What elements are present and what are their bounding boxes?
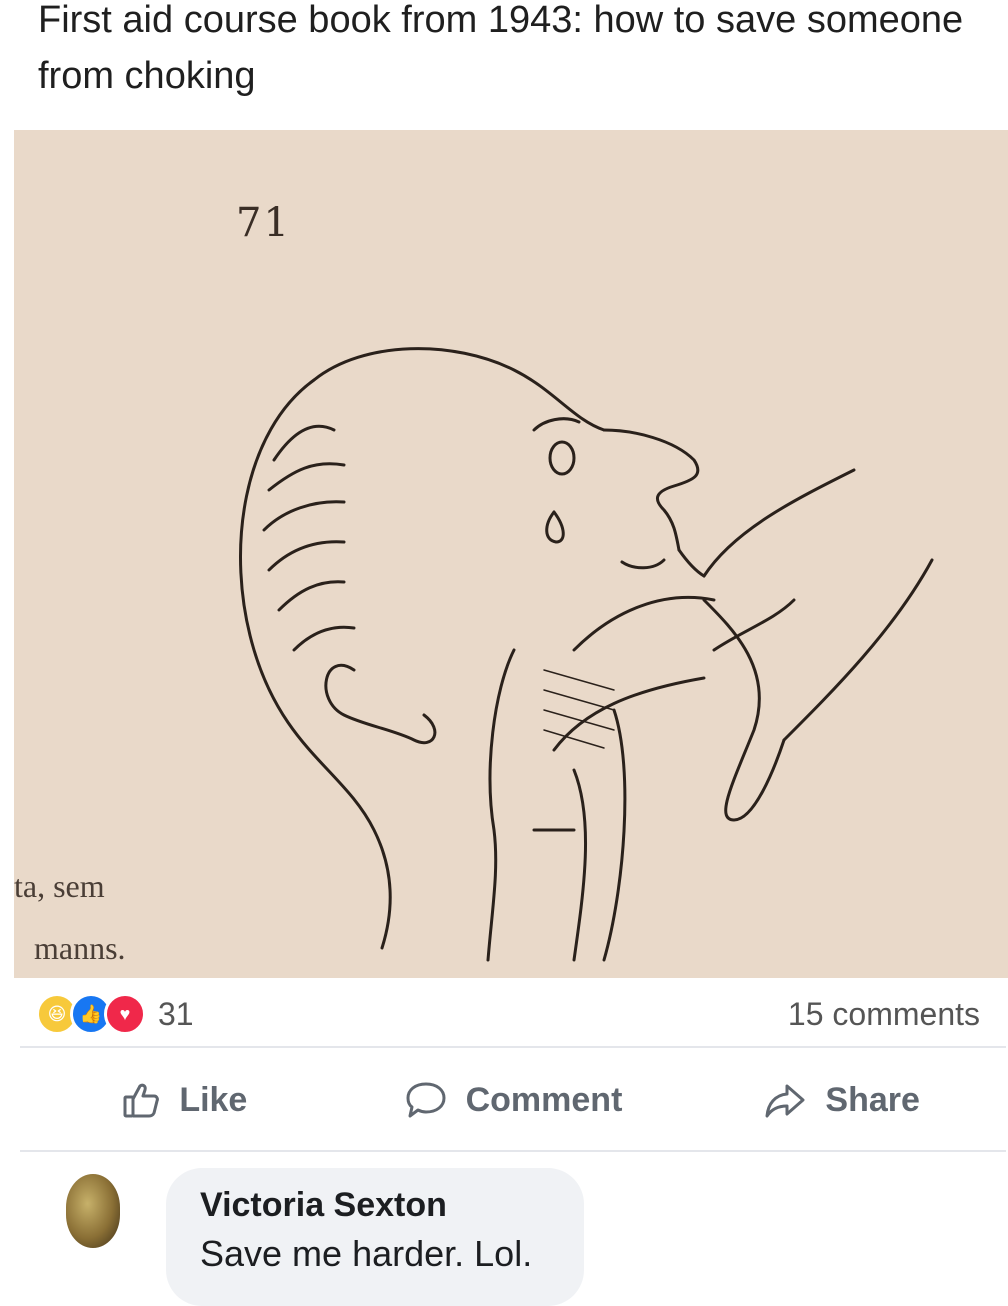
comments-count[interactable]: 15 comments	[788, 996, 980, 1033]
comment-text: Save me harder. Lol.	[200, 1233, 533, 1274]
page-number: 71	[236, 200, 291, 246]
divider	[20, 1046, 1006, 1048]
post-photo[interactable]: 71 ta, sem manns.	[14, 130, 1008, 978]
share-label: Share	[825, 1080, 920, 1119]
reaction-icons[interactable]: 😆 👍 ♥	[36, 993, 146, 1035]
choking-illustration	[239, 347, 934, 962]
post-action-bar: Like Comment Share	[20, 1060, 1006, 1140]
post-caption: First aid course book from 1943: how to …	[38, 0, 964, 97]
comment-label: Comment	[465, 1080, 623, 1119]
share-button[interactable]: Share	[677, 1080, 1006, 1120]
reactions-summary: 😆 👍 ♥ 31 15 comments	[36, 988, 980, 1040]
like-button[interactable]: Like	[20, 1080, 349, 1120]
reaction-count[interactable]: 31	[158, 996, 194, 1033]
love-icon: ♥	[104, 993, 146, 1035]
book-text-line: ta, sem	[14, 868, 105, 904]
share-icon	[765, 1084, 805, 1118]
comment: Victoria Sexton Save me harder. Lol.	[66, 1168, 584, 1306]
comment-icon	[406, 1082, 446, 1118]
like-label: Like	[179, 1080, 248, 1119]
book-text-line: manns.	[34, 930, 126, 966]
avatar[interactable]	[66, 1174, 120, 1248]
comment-author[interactable]: Victoria Sexton	[200, 1186, 550, 1225]
comment-button[interactable]: Comment	[349, 1080, 678, 1120]
divider	[20, 1150, 1006, 1152]
comment-bubble: Victoria Sexton Save me harder. Lol.	[166, 1168, 584, 1306]
thumbs-up-icon	[123, 1083, 160, 1118]
